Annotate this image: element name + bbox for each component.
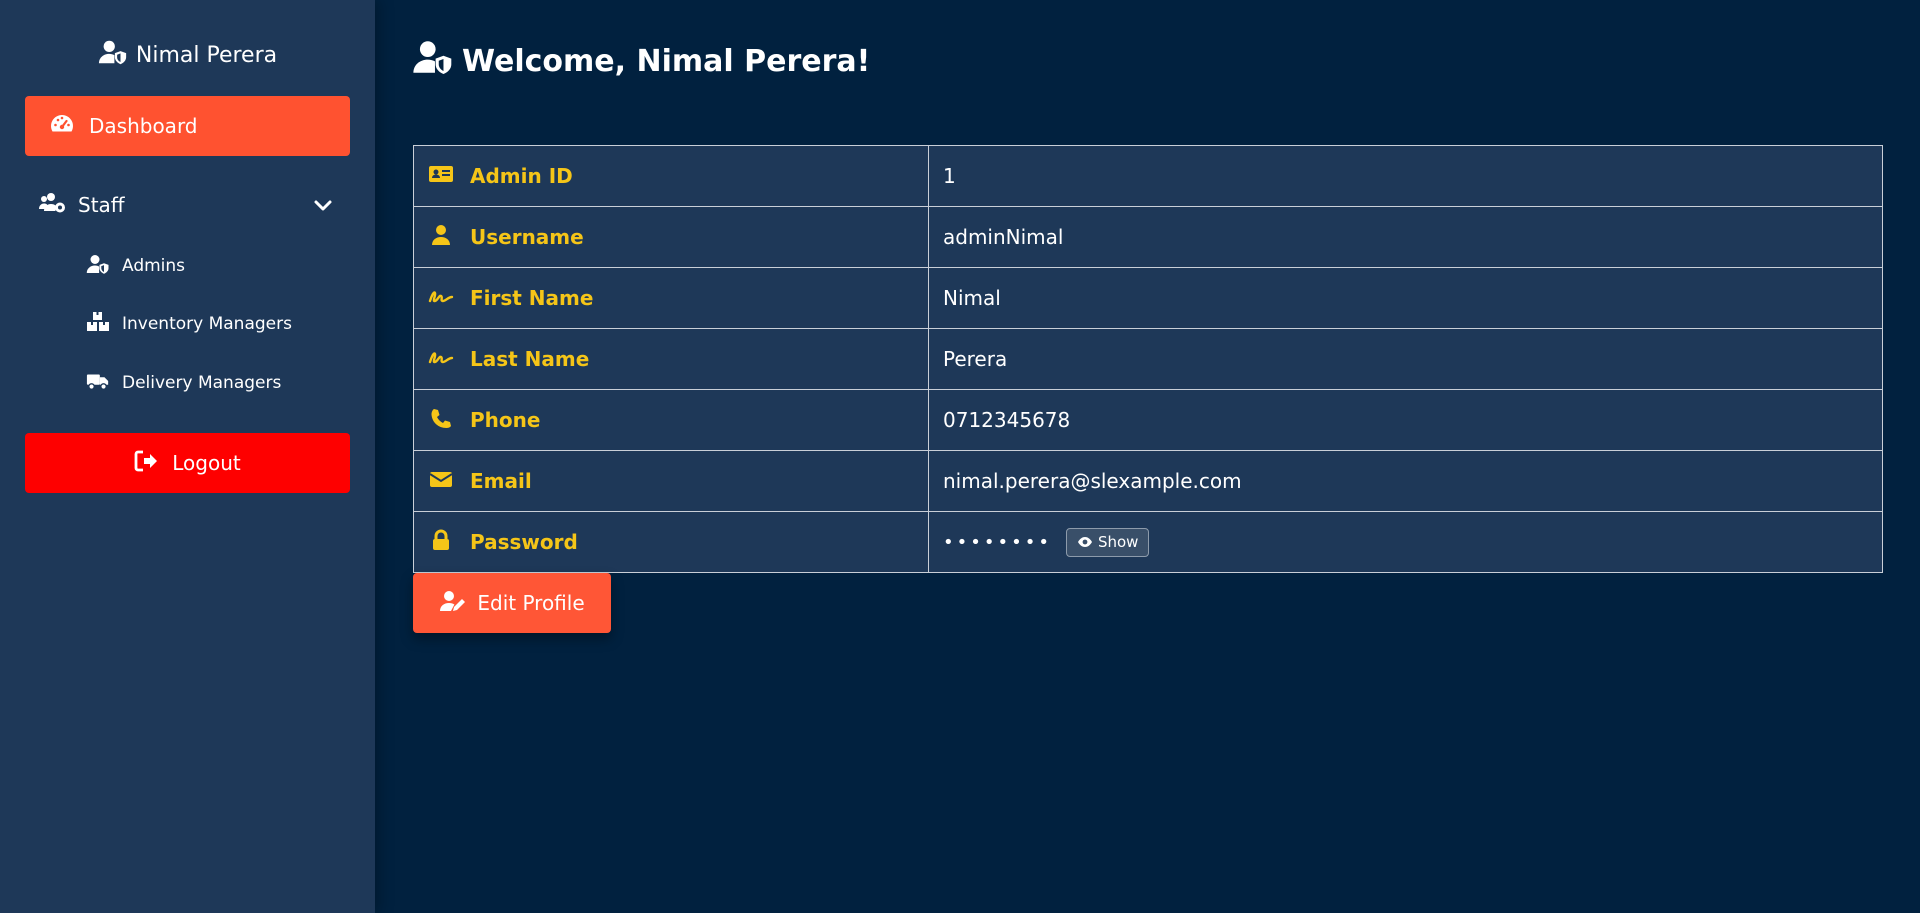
email-value: nimal.perera@slexample.com: [928, 450, 1883, 512]
logout-button[interactable]: Logout: [25, 433, 350, 493]
sidebar: Nimal Perera Dashboard Staff Admins Inve…: [0, 0, 375, 913]
table-row: Phone 0712345678: [413, 389, 1883, 451]
eye-icon: [1077, 537, 1092, 547]
table-row: Admin ID 1: [413, 145, 1883, 207]
first-name-value: Nimal: [928, 267, 1883, 329]
row-label-cell: Password: [413, 511, 929, 573]
show-password-button[interactable]: Show: [1065, 527, 1150, 557]
sidebar-item-delivery-managers[interactable]: Delivery Managers: [86, 365, 281, 401]
users-cog-icon: [38, 192, 66, 219]
edit-profile-button[interactable]: Edit Profile: [413, 573, 611, 633]
table-row: Username adminNimal: [413, 206, 1883, 268]
chevron-down-icon: [314, 200, 332, 211]
password-value: ••••••••: [943, 531, 1052, 553]
row-label: First Name: [470, 286, 594, 310]
dashboard-label: Dashboard: [89, 114, 198, 138]
staff-menu-toggle[interactable]: Staff: [25, 184, 350, 226]
row-label-cell: Email: [413, 450, 929, 512]
row-label-cell: Phone: [413, 389, 929, 451]
user-shield-icon: [86, 254, 110, 279]
page-title: Welcome, Nimal Perera!: [412, 40, 870, 82]
sidebar-item-admins[interactable]: Admins: [86, 248, 185, 284]
username-value: adminNimal: [928, 206, 1883, 268]
profile-table: Admin ID 1 Username adminNimal First Nam…: [413, 145, 1883, 573]
phone-icon: [428, 407, 454, 434]
signature-icon: [428, 346, 454, 373]
row-label: Phone: [470, 408, 541, 432]
gauge-icon: [50, 113, 74, 140]
signature-icon: [428, 285, 454, 312]
user-edit-icon: [439, 590, 467, 617]
table-row: Last Name Perera: [413, 328, 1883, 390]
page-title-text: Welcome, Nimal Perera!: [462, 43, 871, 79]
table-row: Email nimal.perera@slexample.com: [413, 450, 1883, 512]
logout-label: Logout: [172, 451, 241, 475]
admin-id-value: 1: [928, 145, 1883, 207]
row-label-cell: Username: [413, 206, 929, 268]
table-row: First Name Nimal: [413, 267, 1883, 329]
id-card-icon: [428, 163, 454, 190]
user-shield-icon: [98, 39, 128, 71]
row-label: Username: [470, 225, 584, 249]
phone-value: 0712345678: [928, 389, 1883, 451]
sidebar-user: Nimal Perera: [0, 38, 375, 72]
boxes-icon: [86, 311, 110, 337]
sidebar-item-label: Inventory Managers: [122, 314, 292, 334]
table-row: Password •••••••• Show: [413, 511, 1883, 573]
truck-icon: [86, 371, 110, 396]
password-cell: •••••••• Show: [928, 511, 1883, 573]
row-label-cell: Last Name: [413, 328, 929, 390]
user-shield-icon: [412, 40, 454, 82]
row-label: Last Name: [470, 347, 590, 371]
staff-label: Staff: [78, 193, 125, 217]
dashboard-button[interactable]: Dashboard: [25, 96, 350, 156]
lock-icon: [428, 529, 454, 556]
row-label-cell: Admin ID: [413, 145, 929, 207]
last-name-value: Perera: [928, 328, 1883, 390]
user-icon: [428, 224, 454, 251]
sign-out-icon: [134, 450, 158, 477]
sidebar-item-label: Delivery Managers: [122, 373, 282, 393]
row-label: Password: [470, 530, 578, 554]
sidebar-item-label: Admins: [122, 256, 186, 276]
row-label-cell: First Name: [413, 267, 929, 329]
sidebar-user-name: Nimal Perera: [135, 42, 278, 68]
row-label: Email: [470, 469, 532, 493]
show-password-label: Show: [1097, 533, 1139, 551]
edit-profile-label: Edit Profile: [477, 591, 585, 615]
sidebar-item-inventory-managers[interactable]: Inventory Managers: [86, 306, 292, 342]
row-label: Admin ID: [470, 164, 573, 188]
envelope-icon: [428, 468, 454, 495]
